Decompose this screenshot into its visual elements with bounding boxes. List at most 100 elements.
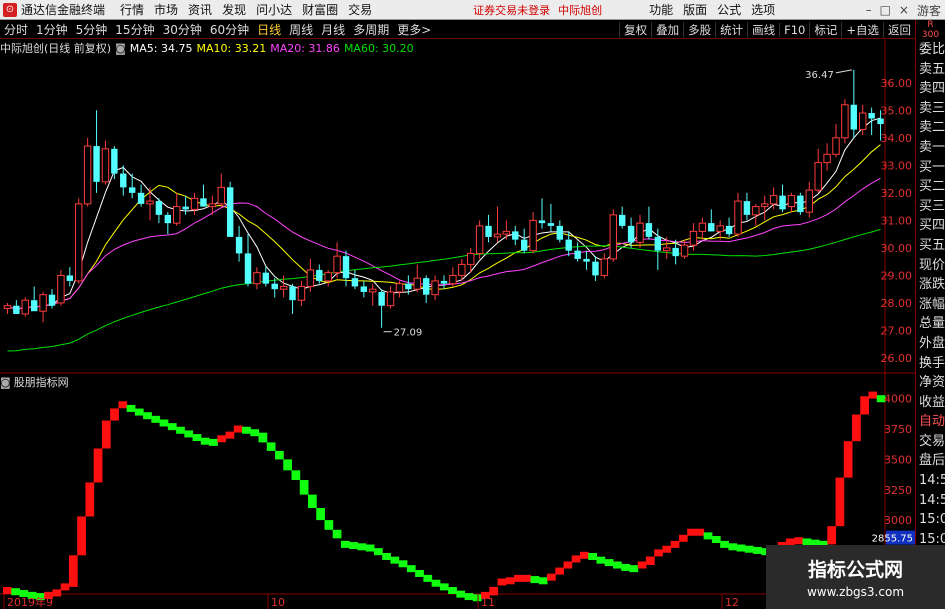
period-daily[interactable]: 日线 <box>253 21 285 38</box>
side-item-9[interactable]: 买四 <box>916 216 945 236</box>
indicator-bar-down <box>200 437 210 445</box>
candle-body-up <box>467 252 475 265</box>
add-watchlist-button[interactable]: +自选 <box>841 21 883 38</box>
back-button[interactable]: 返回 <box>883 21 915 38</box>
indicator-bar-down <box>382 553 391 561</box>
side-item-17[interactable]: 净资 <box>916 373 945 393</box>
menu-wealth[interactable]: 财富圈 <box>297 1 343 18</box>
side-item-16[interactable]: 换手 <box>916 354 945 374</box>
side-item-0[interactable]: 委比 <box>916 40 945 60</box>
price-tick-label: 36.00 <box>881 77 913 90</box>
candle-body-down <box>512 231 519 240</box>
time-tick-label: 11 <box>481 596 495 609</box>
menu-function[interactable]: 功能 <box>644 1 678 18</box>
draw-line-button[interactable]: 画线 <box>747 21 779 38</box>
side-panel-top[interactable]: R 300 <box>916 20 945 40</box>
candle-body-down <box>645 223 653 237</box>
indicator-bar-down <box>167 423 177 431</box>
candle-body-down <box>868 113 875 119</box>
period-1min[interactable]: 1分钟 <box>32 21 72 38</box>
candle-body-down <box>743 201 751 215</box>
candle-body-up <box>841 104 849 139</box>
indicator-tick-label: 3000 <box>884 514 912 527</box>
period-60min[interactable]: 60分钟 <box>206 21 253 38</box>
side-item-15[interactable]: 外盘 <box>916 334 945 354</box>
indicator-bar-down <box>184 430 194 438</box>
close-icon[interactable]: × <box>899 3 909 17</box>
statistics-button[interactable]: 统计 <box>715 21 747 38</box>
candle-body-up <box>600 258 609 276</box>
period-multi[interactable]: 多周期 <box>349 21 393 38</box>
side-item-10[interactable]: 买五 <box>916 236 945 256</box>
menu-news[interactable]: 资讯 <box>183 1 217 18</box>
f10-button[interactable]: F10 <box>779 22 809 37</box>
side-item-18[interactable]: 收益 <box>916 393 945 413</box>
guest-label[interactable]: 游客 <box>917 2 941 19</box>
period-toolbar: 分时 1分钟 5分钟 15分钟 30分钟 60分钟 日线 周线 月线 多周期 更… <box>0 20 915 39</box>
side-item-1[interactable]: 卖五 <box>916 60 945 80</box>
main-chart-header: 中际旭创(日线 前复权) ◙ MA5: 34.75 MA10: 33.21 MA… <box>0 40 418 56</box>
period-more[interactable]: 更多> <box>393 21 435 38</box>
candle-body-up <box>680 244 689 257</box>
candle-body-up <box>386 291 395 307</box>
side-item-12[interactable]: 涨跌 <box>916 275 945 295</box>
side-item-3[interactable]: 卖三 <box>916 99 945 119</box>
menu-ask[interactable]: 问小达 <box>251 1 297 18</box>
side-item-23[interactable]: 14:57 <box>916 491 945 511</box>
overlay-button[interactable]: 叠加 <box>651 21 683 38</box>
side-item-11[interactable]: 现价 <box>916 256 945 276</box>
indicator-bar-up <box>670 540 680 548</box>
side-item-2[interactable]: 卖四 <box>916 79 945 99</box>
trade-login-warning[interactable]: 证券交易未登录 <box>469 2 554 18</box>
side-item-24[interactable]: 15:00 <box>916 510 945 530</box>
indicator-bar-down <box>753 546 762 554</box>
side-item-4[interactable]: 卖二 <box>916 118 945 138</box>
candle-body-down <box>48 294 56 306</box>
period-weekly[interactable]: 周线 <box>285 21 317 38</box>
side-item-21[interactable]: 盘后 <box>916 451 945 471</box>
candle-body-up <box>458 263 466 276</box>
menu-options[interactable]: 选项 <box>746 1 780 18</box>
candle-body-down <box>30 300 38 312</box>
side-item-7[interactable]: 买二 <box>916 177 945 197</box>
candle-body-up <box>832 137 840 155</box>
side-item-19[interactable]: 自动 <box>916 412 945 432</box>
ma-toggle-icon[interactable]: ◙ <box>115 42 126 55</box>
period-monthly[interactable]: 月线 <box>317 21 349 38</box>
side-item-6[interactable]: 买一 <box>916 158 945 178</box>
menu-market-quote[interactable]: 行情 <box>115 1 149 18</box>
candle-body-down <box>520 239 528 251</box>
adjust-button[interactable]: 复权 <box>619 21 651 38</box>
indicator-bar-up <box>217 435 227 443</box>
side-item-20[interactable]: 交易 <box>916 432 945 452</box>
price-tick-label: 34.00 <box>881 132 913 145</box>
side-item-14[interactable]: 总量 <box>916 314 945 334</box>
period-intraday[interactable]: 分时 <box>0 21 32 38</box>
mark-button[interactable]: 标记 <box>809 21 841 38</box>
side-item-13[interactable]: 涨幅 <box>916 295 945 315</box>
kline-chart[interactable]: 36.00 35.00 34.00 33.00 32.00 31.00 30.00 29.00… <box>0 39 915 609</box>
indicator-bar-down <box>390 556 400 564</box>
indicator-toggle-icon[interactable]: ◙ <box>0 376 11 389</box>
side-item-22[interactable]: 14:56 <box>916 471 945 491</box>
period-15min[interactable]: 15分钟 <box>111 21 158 38</box>
menu-layout[interactable]: 版面 <box>678 1 712 18</box>
price-tick-label: 32.00 <box>881 187 913 200</box>
period-30min[interactable]: 30分钟 <box>159 21 206 38</box>
menu-market[interactable]: 市场 <box>149 1 183 18</box>
minimize-icon[interactable]: – <box>866 3 872 17</box>
side-item-8[interactable]: 买三 <box>916 197 945 217</box>
maximize-icon[interactable]: □ <box>880 3 891 17</box>
menu-discover[interactable]: 发现 <box>217 1 251 18</box>
candle-body-up <box>217 186 225 205</box>
candle-body-up <box>208 203 217 208</box>
multi-stock-button[interactable]: 多股 <box>683 21 715 38</box>
menu-trade[interactable]: 交易 <box>343 1 377 18</box>
indicator-bar-up <box>860 396 870 415</box>
candle-body-up <box>431 280 439 296</box>
period-5min[interactable]: 5分钟 <box>72 21 112 38</box>
side-item-5[interactable]: 卖一 <box>916 138 945 158</box>
indicator-bar-down <box>143 412 152 420</box>
indicator-bar-up <box>654 549 663 557</box>
menu-formula[interactable]: 公式 <box>712 1 746 18</box>
